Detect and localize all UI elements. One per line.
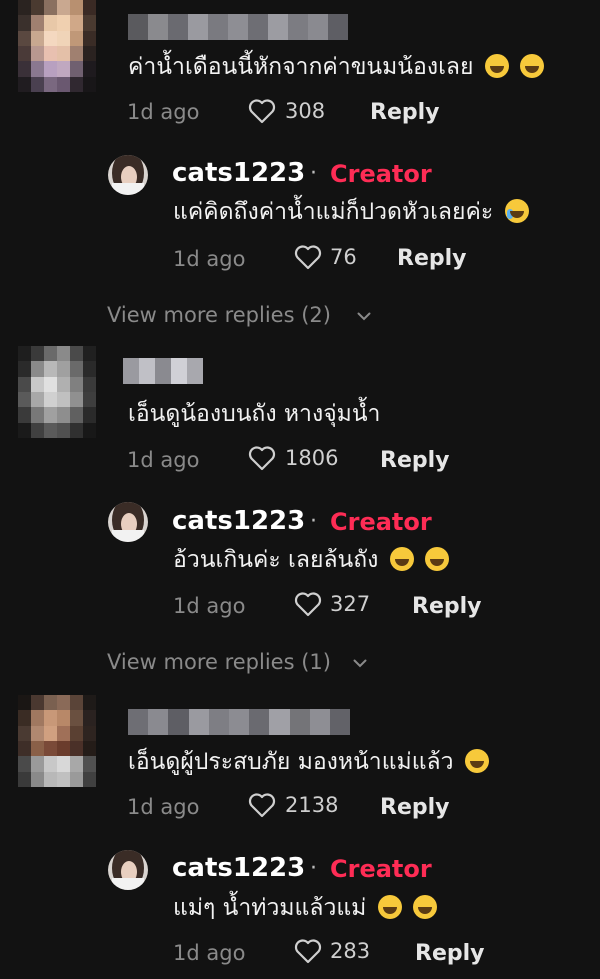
username-blurred[interactable]: [123, 358, 203, 384]
creator-avatar[interactable]: [108, 155, 148, 195]
comment-text-content: เอ็นดูผู้ประสบภัย มองหน้าแม่แล้ว: [128, 749, 454, 775]
separator: ·: [310, 509, 317, 534]
reply-text-content: แค่คิดถึงค่าน้ำแม่ก็ปวดหัวเลยค่ะ: [173, 199, 494, 225]
chevron-down-icon[interactable]: [353, 659, 367, 668]
username-blurred[interactable]: [128, 14, 348, 40]
reply-text-content: แม่ๆ น้ำท่วมแล้วแม่: [173, 895, 367, 921]
rolling-laughing-emoji-icon: [389, 547, 414, 571]
reply-button[interactable]: Reply: [380, 795, 450, 820]
timestamp: 1d ago: [127, 795, 200, 819]
reply-button[interactable]: Reply: [415, 941, 485, 966]
creator-badge: Creator: [330, 508, 432, 536]
heart-icon[interactable]: [248, 445, 276, 471]
separator: ·: [310, 161, 317, 186]
creator-username[interactable]: cats1223: [172, 853, 305, 883]
heart-icon[interactable]: [294, 938, 322, 964]
view-more-replies[interactable]: View more replies (2): [107, 303, 331, 327]
like-count: 308: [285, 99, 326, 123]
creator-avatar[interactable]: [108, 502, 148, 542]
creator-username[interactable]: cats1223: [172, 506, 305, 536]
creator-badge: Creator: [330, 855, 432, 883]
like-count: 1806: [285, 446, 339, 470]
reply-button[interactable]: Reply: [370, 100, 440, 125]
comment-text: เอ็นดูน้องบนถัง หางจุ่มน้ำ: [128, 399, 380, 429]
reply-text: อ้วนเกินค่ะ เลยล้นถัง: [173, 545, 450, 575]
reply-button[interactable]: Reply: [397, 246, 467, 271]
timestamp: 1d ago: [173, 941, 246, 965]
reply-button[interactable]: Reply: [380, 448, 450, 473]
separator: ·: [310, 856, 317, 881]
like-count: 76: [330, 245, 357, 269]
heart-icon[interactable]: [248, 792, 276, 818]
avatar[interactable]: [18, 0, 96, 92]
comment-text: ค่าน้ำเดือนนี้หักจากค่าขนมน้องเลย: [128, 52, 545, 82]
timestamp: 1d ago: [173, 594, 246, 618]
grinning-sweat-emoji-icon: [520, 54, 545, 78]
creator-username[interactable]: cats1223: [172, 158, 305, 188]
reply-text: แม่ๆ น้ำท่วมแล้วแม่: [173, 893, 437, 923]
heart-icon[interactable]: [248, 98, 276, 124]
comment-text: เอ็นดูผู้ประสบภัย มองหน้าแม่แล้ว: [128, 747, 489, 777]
chevron-down-icon[interactable]: [357, 312, 371, 321]
username-blurred[interactable]: [128, 709, 350, 735]
like-count: 283: [330, 939, 371, 963]
timestamp: 1d ago: [127, 448, 200, 472]
creator-avatar[interactable]: [108, 850, 148, 890]
like-count: 327: [330, 592, 371, 616]
timestamp: 1d ago: [127, 100, 200, 124]
reply-button[interactable]: Reply: [412, 594, 482, 619]
grinning-sweat-emoji-icon: [484, 54, 509, 78]
creator-badge: Creator: [330, 160, 432, 188]
heart-icon[interactable]: [294, 591, 322, 617]
grinning-sweat-emoji-icon: [464, 749, 489, 773]
reply-text: แค่คิดถึงค่าน้ำแม่ก็ปวดหัวเลยค่ะ: [173, 197, 529, 227]
rolling-laughing-emoji-icon: [425, 547, 450, 571]
heart-icon[interactable]: [294, 244, 322, 270]
crying-face-emoji-icon: [504, 199, 529, 223]
rolling-laughing-emoji-icon: [377, 895, 402, 919]
like-count: 2138: [285, 793, 339, 817]
rolling-laughing-emoji-icon: [412, 895, 437, 919]
reply-text-content: อ้วนเกินค่ะ เลยล้นถัง: [173, 547, 379, 573]
avatar[interactable]: [18, 346, 96, 438]
timestamp: 1d ago: [173, 247, 246, 271]
avatar[interactable]: [18, 695, 96, 787]
comment-text-content: เอ็นดูน้องบนถัง หางจุ่มน้ำ: [128, 401, 381, 427]
view-more-replies[interactable]: View more replies (1): [107, 650, 331, 674]
comment-text-content: ค่าน้ำเดือนนี้หักจากค่าขนมน้องเลย: [128, 54, 474, 80]
